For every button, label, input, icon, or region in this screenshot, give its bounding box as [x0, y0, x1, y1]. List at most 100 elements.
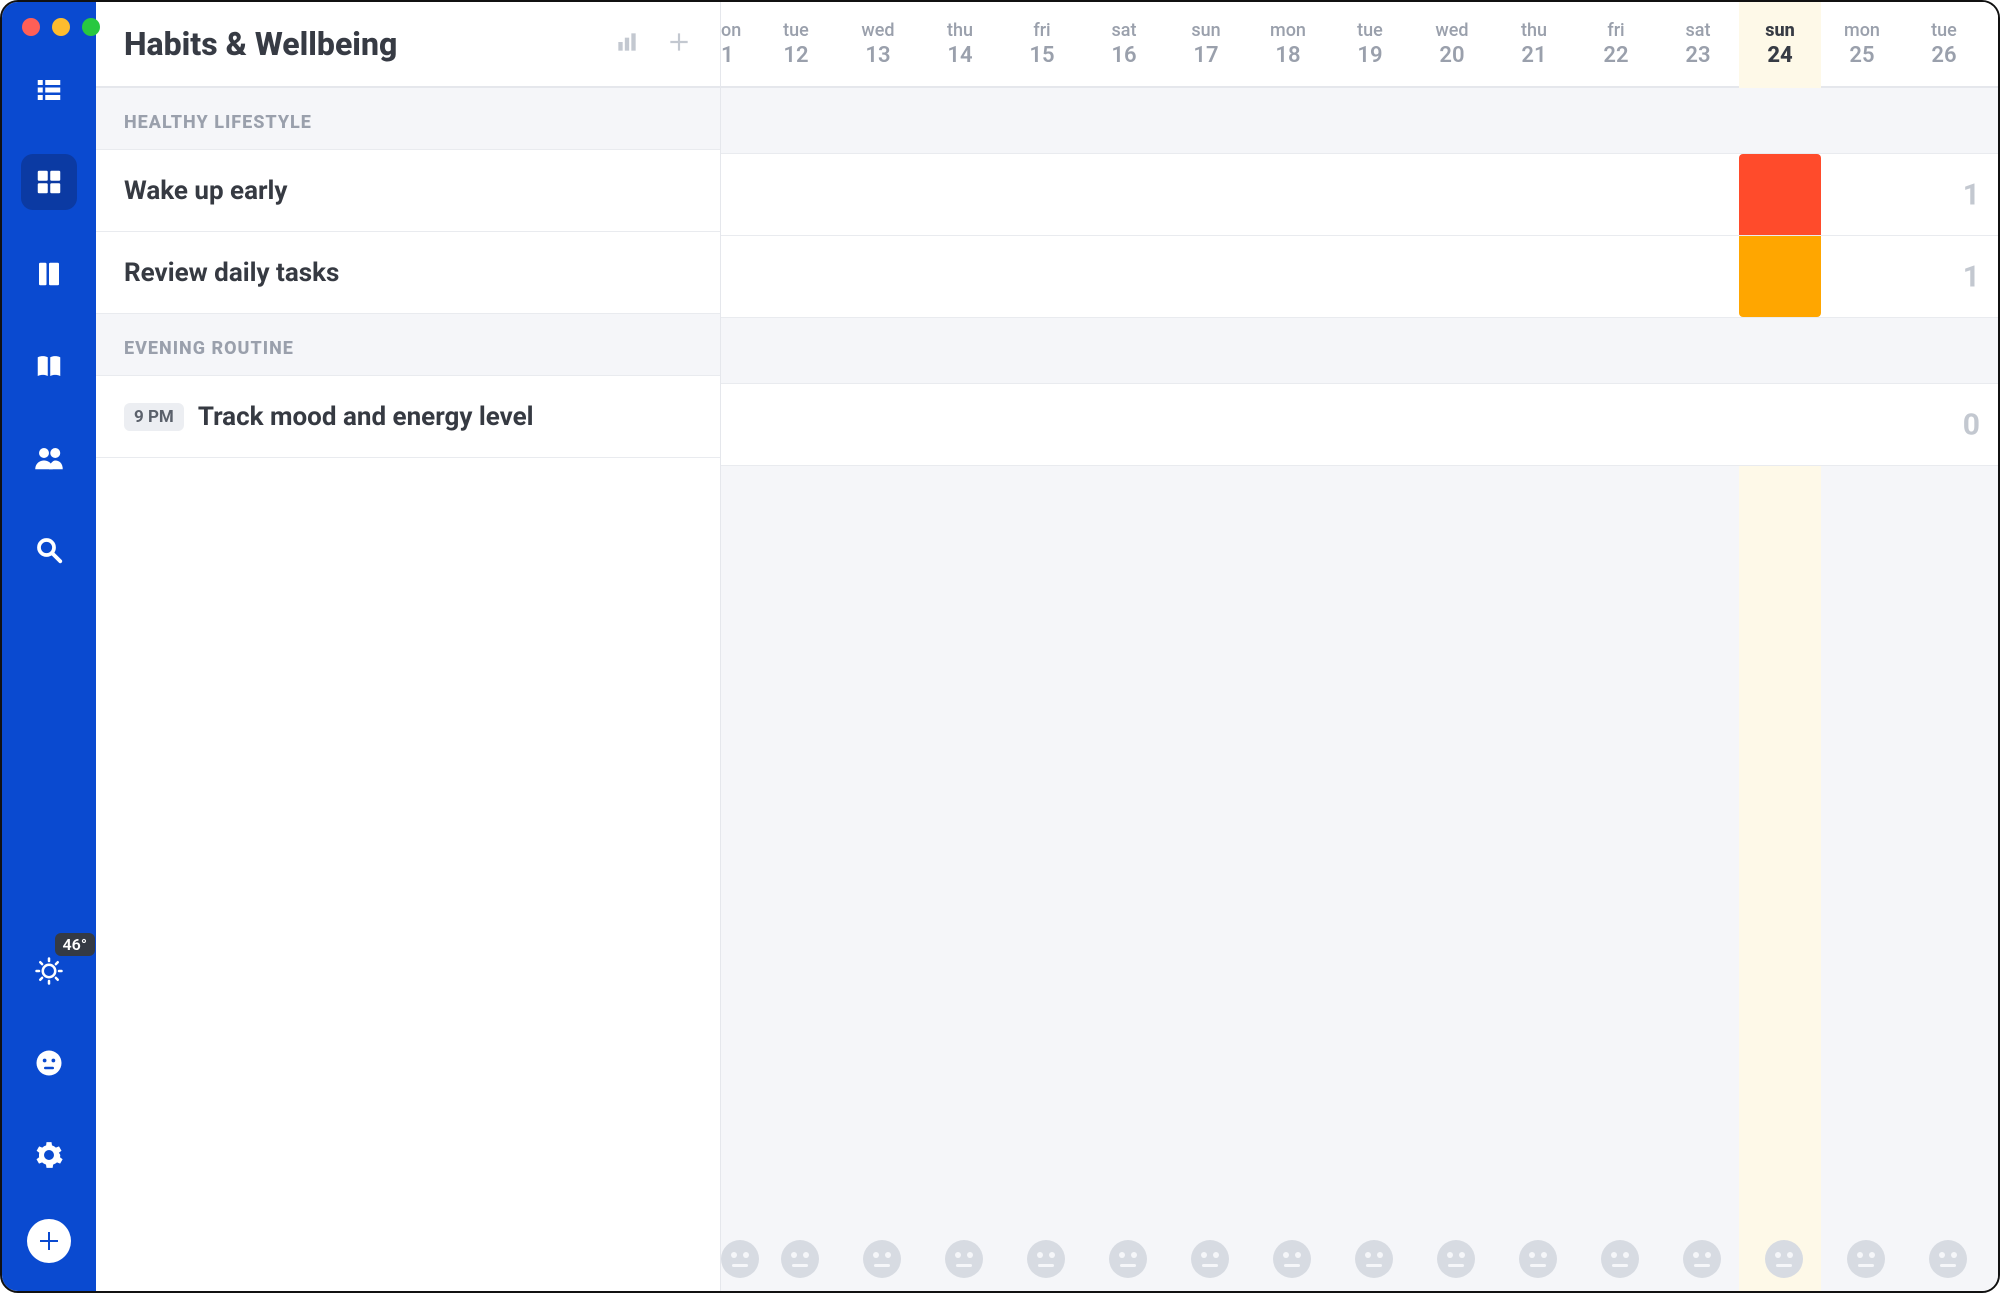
habit-day-cell[interactable] [721, 154, 755, 235]
habit-day-cell[interactable] [1411, 236, 1493, 317]
day-name: tue [1329, 20, 1411, 41]
nav-settings-icon[interactable] [21, 1127, 77, 1183]
calendar-day-18[interactable]: mon18 [1247, 2, 1329, 86]
mood-day-cell[interactable] [1579, 1240, 1661, 1278]
habit-day-cell[interactable] [1083, 154, 1165, 235]
habit-day-cell[interactable] [1165, 236, 1247, 317]
calendar-day-24[interactable]: sun24 [1739, 2, 1821, 86]
habit-day-cell[interactable] [919, 154, 1001, 235]
stats-icon[interactable] [614, 29, 640, 59]
main-content: Habits & Wellbeing HEALTHY LIFESTYLEWake… [96, 2, 1998, 1291]
calendar-day-20[interactable]: wed20 [1411, 2, 1493, 86]
habit-day-cell[interactable] [755, 384, 837, 465]
habit-day-cell[interactable] [837, 154, 919, 235]
habit-day-cell[interactable] [755, 154, 837, 235]
calendar-day-14[interactable]: thu14 [919, 2, 1001, 86]
habit-row[interactable]: Wake up early [96, 150, 720, 232]
habit-day-cell[interactable] [837, 236, 919, 317]
habit-day-cell[interactable] [1329, 154, 1411, 235]
habit-day-cell[interactable] [919, 236, 1001, 317]
habit-day-cell[interactable] [1165, 384, 1247, 465]
calendar-day-21[interactable]: thu21 [1493, 2, 1575, 86]
mood-day-cell[interactable] [1169, 1240, 1251, 1278]
mood-day-cell[interactable] [1087, 1240, 1169, 1278]
habit-day-cell[interactable] [1329, 236, 1411, 317]
calendar-day-12[interactable]: tue12 [755, 2, 837, 86]
habit-day-cell[interactable] [1821, 384, 1903, 465]
habit-day-cell[interactable] [1493, 384, 1575, 465]
habit-day-cell[interactable] [1739, 384, 1821, 465]
nav-people-icon[interactable] [21, 430, 77, 486]
habit-day-cell[interactable] [1247, 384, 1329, 465]
calendar-day-1[interactable]: on1 [721, 2, 755, 86]
calendar-day-22[interactable]: fri22 [1575, 2, 1657, 86]
habit-day-cell[interactable] [1493, 154, 1575, 235]
calendar-day-16[interactable]: sat16 [1083, 2, 1165, 86]
habit-day-cell[interactable] [1657, 236, 1739, 317]
habit-day-cell[interactable] [721, 384, 755, 465]
nav-add-button[interactable] [27, 1219, 71, 1263]
habit-day-cell[interactable] [1575, 236, 1657, 317]
fullscreen-window-button[interactable] [82, 18, 100, 36]
nav-mood-icon[interactable] [21, 1035, 77, 1091]
habit-day-cell[interactable] [1575, 154, 1657, 235]
streak-count: 0 [1963, 407, 1980, 442]
habit-day-cell[interactable] [1657, 154, 1739, 235]
habit-day-cell[interactable] [1411, 154, 1493, 235]
mood-day-cell[interactable] [1743, 1240, 1825, 1278]
calendar-day-17[interactable]: sun17 [1165, 2, 1247, 86]
habit-day-cell[interactable] [1411, 384, 1493, 465]
nav-list-icon[interactable] [21, 62, 77, 118]
mood-day-cell[interactable] [721, 1240, 759, 1278]
mood-day-cell[interactable] [1251, 1240, 1333, 1278]
calendar-day-26[interactable]: tue26 [1903, 2, 1985, 86]
nav-search-icon[interactable] [21, 522, 77, 578]
nav-journal-icon[interactable] [21, 246, 77, 302]
habit-day-cell[interactable] [1657, 384, 1739, 465]
close-window-button[interactable] [22, 18, 40, 36]
habit-day-cell[interactable] [1821, 236, 1903, 317]
calendar-header: on1tue12wed13thu14fri15sat16sun17mon18tu… [721, 2, 1998, 88]
mood-day-cell[interactable] [759, 1240, 841, 1278]
calendar-day-25[interactable]: mon25 [1821, 2, 1903, 86]
minimize-window-button[interactable] [52, 18, 70, 36]
add-habit-icon[interactable] [666, 29, 692, 59]
habit-row[interactable]: 9 PMTrack mood and energy level [96, 376, 720, 458]
mood-day-cell[interactable] [1907, 1240, 1989, 1278]
habit-day-cell[interactable] [1493, 236, 1575, 317]
habit-day-cell[interactable] [1739, 236, 1821, 317]
calendar-day-15[interactable]: fri15 [1001, 2, 1083, 86]
habit-day-cell[interactable] [1001, 154, 1083, 235]
mood-day-cell[interactable] [923, 1240, 1005, 1278]
nav-book-icon[interactable] [21, 338, 77, 394]
habit-day-cell[interactable] [755, 236, 837, 317]
nav-dashboard-icon[interactable] [21, 154, 77, 210]
mood-day-cell[interactable] [1333, 1240, 1415, 1278]
mood-day-cell[interactable] [1005, 1240, 1087, 1278]
mood-day-cell[interactable] [1497, 1240, 1579, 1278]
nav-weather-icon[interactable]: 46° [21, 943, 77, 999]
calendar-day-19[interactable]: tue19 [1329, 2, 1411, 86]
habit-day-cell[interactable] [1247, 236, 1329, 317]
habit-day-cell[interactable] [721, 236, 755, 317]
habit-row[interactable]: Review daily tasks [96, 232, 720, 314]
habit-day-cell[interactable] [1821, 154, 1903, 235]
mood-day-cell[interactable] [1415, 1240, 1497, 1278]
habit-day-cell[interactable] [1165, 154, 1247, 235]
habit-day-cell[interactable] [1083, 236, 1165, 317]
mood-day-cell[interactable] [1661, 1240, 1743, 1278]
mood-day-cell[interactable] [841, 1240, 923, 1278]
habit-day-cell[interactable] [1739, 154, 1821, 235]
habit-day-cell[interactable] [1001, 384, 1083, 465]
habit-day-cell[interactable] [919, 384, 1001, 465]
habit-day-cell[interactable] [1001, 236, 1083, 317]
day-name: wed [1411, 20, 1493, 41]
calendar-day-23[interactable]: sat23 [1657, 2, 1739, 86]
habit-day-cell[interactable] [1329, 384, 1411, 465]
habit-day-cell[interactable] [1247, 154, 1329, 235]
habit-day-cell[interactable] [837, 384, 919, 465]
calendar-day-13[interactable]: wed13 [837, 2, 919, 86]
mood-day-cell[interactable] [1825, 1240, 1907, 1278]
habit-day-cell[interactable] [1575, 384, 1657, 465]
habit-day-cell[interactable] [1083, 384, 1165, 465]
